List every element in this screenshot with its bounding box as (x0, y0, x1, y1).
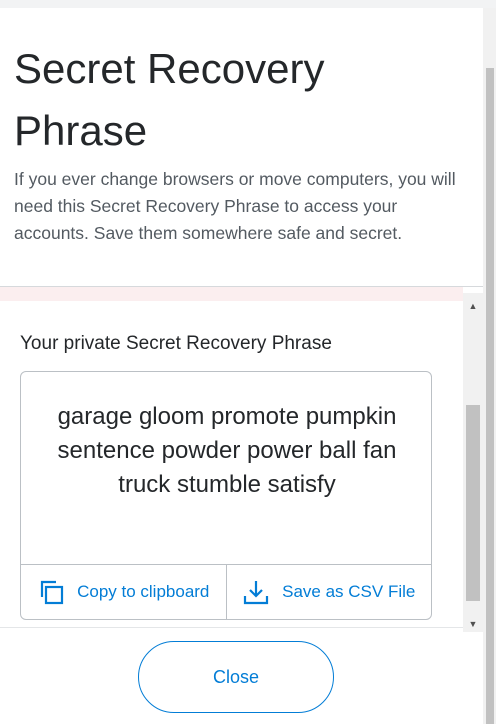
inner-scrollbar-thumb[interactable] (466, 405, 480, 601)
page-scrollbar[interactable] (483, 8, 496, 724)
phrase-box: garage gloom promote pumpkin sentence po… (20, 371, 432, 620)
inner-scrollbar[interactable]: ▲ ▼ (463, 293, 483, 632)
secret-phrase-text: garage gloom promote pumpkin sentence po… (57, 403, 397, 498)
modal-title: Secret Recovery Phrase (14, 45, 325, 154)
chevron-down-icon[interactable]: ▼ (463, 615, 483, 632)
phrase-actions: Copy to clipboard Save as CSV File (21, 564, 431, 619)
close-button[interactable]: Close (138, 641, 334, 713)
modal-description: If you ever change browsers or move comp… (14, 169, 456, 243)
save-label: Save as CSV File (282, 582, 416, 601)
download-icon (244, 581, 269, 605)
chevron-up-icon[interactable]: ▲ (463, 297, 483, 314)
warning-strip (0, 287, 463, 301)
footer-divider (0, 627, 463, 628)
copy-label: Copy to clipboard (77, 582, 210, 601)
copy-to-clipboard-button[interactable]: Copy to clipboard (21, 565, 226, 619)
copy-icon (40, 580, 64, 605)
phrase-label: Your private Secret Recovery Phrase (20, 333, 332, 354)
page-scrollbar-thumb[interactable] (486, 68, 494, 724)
save-csv-button[interactable]: Save as CSV File (225, 565, 432, 619)
